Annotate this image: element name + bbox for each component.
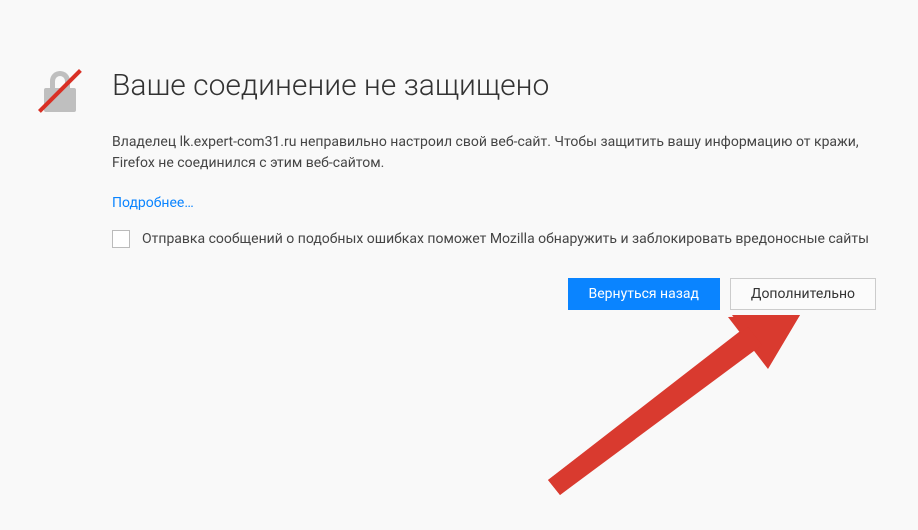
advanced-button[interactable]: Дополнительно — [730, 278, 876, 310]
error-description: Владелец lk.expert-com31.ru неправильно … — [112, 132, 876, 174]
insecure-lock-icon — [38, 68, 82, 112]
go-back-button[interactable]: Вернуться назад — [568, 278, 720, 310]
report-errors-checkbox[interactable] — [112, 230, 130, 248]
report-errors-label: Отправка сообщений о подобных ошибках по… — [142, 229, 869, 250]
page-title: Ваше соединение не защищено — [112, 68, 876, 104]
learn-more-link[interactable]: Подробнее… — [112, 195, 194, 211]
